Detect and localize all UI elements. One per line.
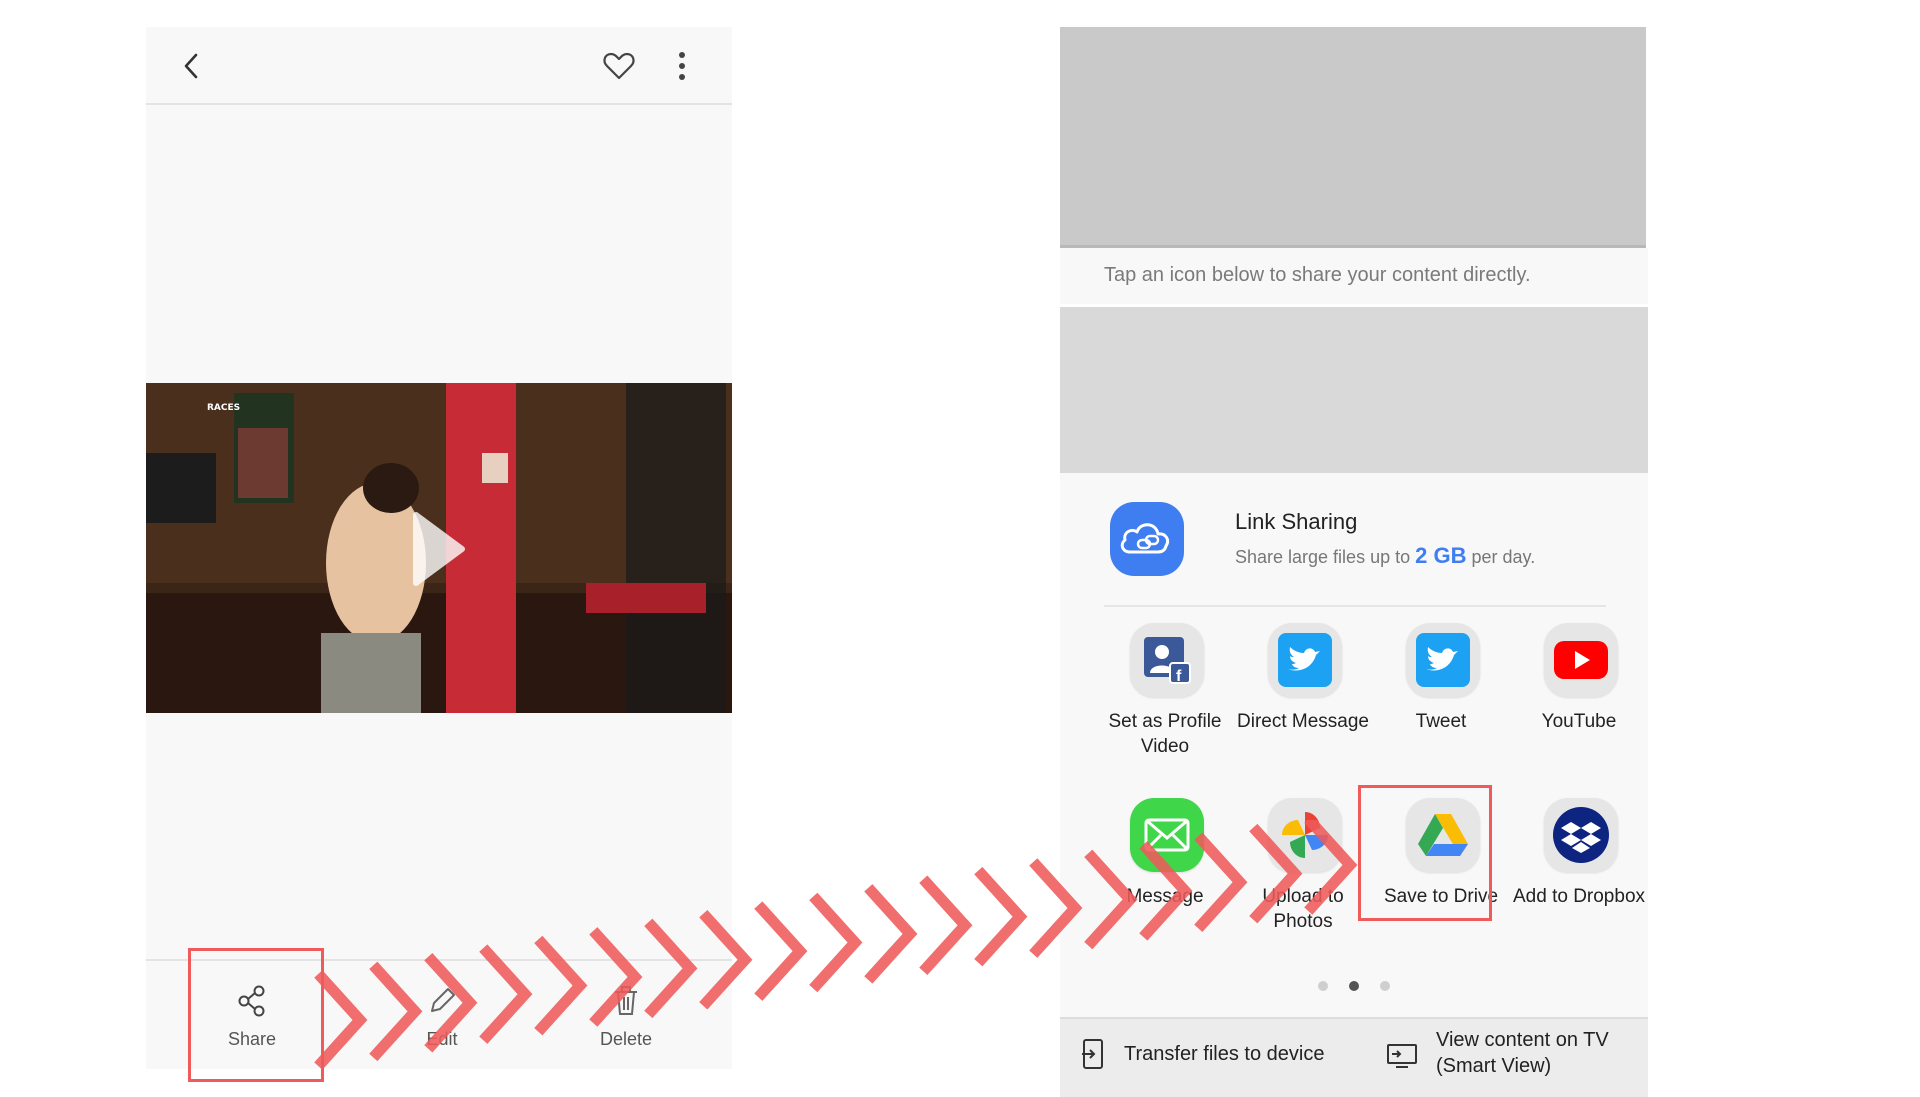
smart-view-icon xyxy=(1387,1044,1417,1068)
save-to-drive-highlight-box xyxy=(1358,785,1492,921)
smart-view-label-line1: View content on TV xyxy=(1436,1029,1609,1051)
share-action-bar: Transfer files to device View content on… xyxy=(1060,1017,1648,1097)
more-vertical-icon[interactable] xyxy=(676,51,688,81)
link-sharing-row[interactable]: Link Sharing Share large files up to 2 G… xyxy=(1060,473,1648,603)
transfer-label: Transfer files to device xyxy=(1124,1043,1325,1065)
twitter-icon xyxy=(1406,623,1480,697)
subtitle-suffix: per day. xyxy=(1471,547,1536,567)
viewer-top-bar xyxy=(146,27,732,105)
youtube-icon xyxy=(1544,623,1618,697)
cloud-link-icon xyxy=(1110,502,1184,576)
transfer-icon xyxy=(1082,1039,1103,1069)
chevron-arrow-icon xyxy=(754,901,808,1001)
smart-view-label-line2: (Smart View) xyxy=(1436,1055,1552,1077)
page-dot-active[interactable] xyxy=(1349,981,1359,991)
play-icon[interactable] xyxy=(408,509,468,589)
link-sharing-title: Link Sharing xyxy=(1235,509,1358,534)
edit-label: Edit xyxy=(426,1029,458,1049)
chevron-arrow-icon xyxy=(864,884,918,984)
page-dot[interactable] xyxy=(1380,981,1390,991)
chevron-left-icon[interactable] xyxy=(180,51,204,81)
app-label: Direct Message xyxy=(1237,711,1369,732)
google-photos-icon xyxy=(1268,798,1342,872)
twitter-icon xyxy=(1268,623,1342,697)
trash-icon xyxy=(615,986,637,1015)
poster-text: RACES xyxy=(207,403,241,413)
delete-button[interactable]: Delete xyxy=(556,961,696,1069)
app-label: Upload to Photos xyxy=(1262,886,1344,932)
share-hint-strip: Tap an icon below to share your content … xyxy=(1060,248,1648,304)
dropbox-icon xyxy=(1544,798,1618,872)
share-panel: Link Sharing Share large files up to 2 G… xyxy=(1060,473,1648,1017)
messages-icon xyxy=(1130,798,1204,872)
subtitle-prefix: Share large files up to xyxy=(1235,547,1411,567)
link-sharing-subtitle: Share large files up to 2 GB per day. xyxy=(1235,543,1535,569)
subtitle-amount: 2 GB xyxy=(1415,543,1467,568)
share-highlight-box xyxy=(188,948,324,1082)
app-label: Message xyxy=(1126,886,1204,907)
share-sheet-screen: Tap an icon below to share your content … xyxy=(1060,27,1648,1097)
gallery-viewer: RACES Share Edit Delete xyxy=(146,27,732,1069)
pencil-icon xyxy=(431,988,455,1012)
page-indicator xyxy=(1060,981,1648,993)
page-dot[interactable] xyxy=(1318,981,1328,991)
app-tweet[interactable]: Tweet xyxy=(1371,623,1511,773)
facebook-profile-icon: f xyxy=(1130,623,1204,697)
app-set-as-profile-video[interactable]: f Set as Profile Video xyxy=(1095,623,1235,773)
divider xyxy=(1104,605,1606,607)
app-label: Tweet xyxy=(1415,711,1467,732)
chevron-arrow-icon xyxy=(809,892,863,993)
heart-outline-icon[interactable] xyxy=(602,51,636,81)
app-add-to-dropbox[interactable]: Add to Dropbox xyxy=(1509,798,1649,948)
chevron-arrow-icon xyxy=(919,875,973,976)
app-label: Set as Profile Video xyxy=(1108,711,1222,757)
delete-label: Delete xyxy=(599,1029,653,1049)
content-preview-middle xyxy=(1060,307,1648,473)
app-message[interactable]: Message xyxy=(1095,798,1235,948)
chevron-arrow-icon xyxy=(974,866,1028,967)
app-label: Add to Dropbox xyxy=(1512,886,1646,907)
video-thumbnail[interactable]: RACES xyxy=(146,383,732,713)
app-label: YouTube xyxy=(1541,711,1617,732)
edit-button[interactable]: Edit xyxy=(372,961,512,1069)
share-hint-text: Tap an icon below to share your content … xyxy=(1104,264,1531,286)
svg-text:f: f xyxy=(1176,668,1182,685)
app-youtube[interactable]: YouTube xyxy=(1509,623,1649,773)
app-upload-to-photos[interactable]: Upload to Photos xyxy=(1233,798,1373,948)
app-direct-message[interactable]: Direct Message xyxy=(1233,623,1373,773)
content-preview-top xyxy=(1060,27,1646,248)
